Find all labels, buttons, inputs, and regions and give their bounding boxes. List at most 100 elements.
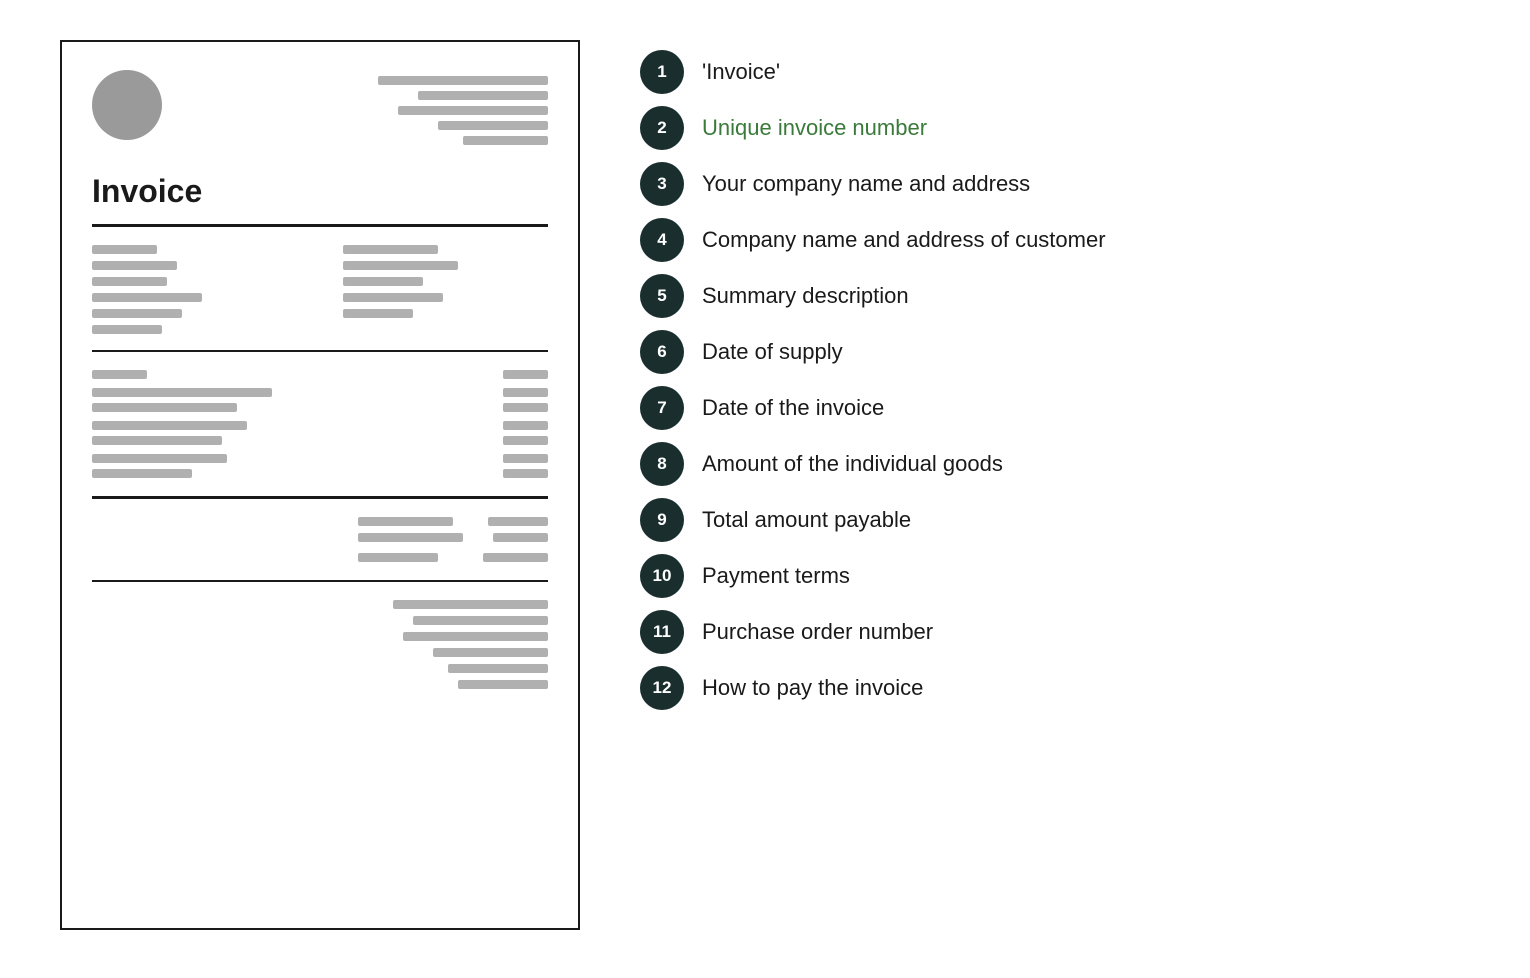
totals-values: [483, 517, 548, 562]
item-bar: [503, 469, 548, 478]
legend-badge-5: 5: [640, 274, 684, 318]
item-row-4: [92, 454, 548, 478]
legend-badge-6: 6: [640, 330, 684, 374]
legend-label-12: How to pay the invoice: [702, 675, 923, 701]
addr-bar: [343, 277, 423, 286]
item-bar: [503, 370, 548, 379]
legend-item-7: 7 Date of the invoice: [640, 386, 1470, 430]
address-section: [92, 231, 548, 346]
notes-bar: [433, 648, 548, 657]
notes-bar: [458, 680, 548, 689]
invoice-top-section: [92, 70, 548, 159]
item-desc-2: [92, 388, 272, 412]
item-bar: [92, 421, 247, 430]
item-bar: [92, 454, 227, 463]
legend-badge-9: 9: [640, 498, 684, 542]
legend-item-9: 9 Total amount payable: [640, 498, 1470, 542]
legend-label-1: 'Invoice': [702, 59, 780, 85]
recipient-address: [343, 245, 548, 334]
divider-1: [92, 224, 548, 227]
addr-bar: [92, 325, 162, 334]
item-desc-3: [92, 421, 247, 445]
addr-bar: [92, 293, 202, 302]
total-label-bar: [358, 533, 463, 542]
notes-section: [92, 586, 548, 689]
legend-item-11: 11 Purchase order number: [640, 610, 1470, 654]
legend-label-5: Summary description: [702, 283, 909, 309]
legend-label-6: Date of supply: [702, 339, 843, 365]
item-bar: [503, 436, 548, 445]
item-bar: [503, 388, 548, 397]
addr-bar: [343, 261, 458, 270]
legend-label-9: Total amount payable: [702, 507, 911, 533]
invoice-top-right: [378, 76, 548, 145]
legend-badge-11: 11: [640, 610, 684, 654]
item-bar: [503, 421, 548, 430]
legend-label-2: Unique invoice number: [702, 115, 927, 141]
address-line-5: [463, 136, 548, 145]
legend-badge-12: 12: [640, 666, 684, 710]
addr-bar: [343, 293, 443, 302]
address-line-1: [378, 76, 548, 85]
addr-bar: [343, 309, 413, 318]
addr-bar: [92, 309, 182, 318]
item-row-2: [92, 388, 548, 412]
legend-list: 1 'Invoice' 2 Unique invoice number 3Your co…: [640, 40, 1470, 710]
items-section: [92, 356, 548, 492]
item-amount-2: [503, 388, 548, 412]
address-line-3: [398, 106, 548, 115]
item-amount-4: [503, 454, 548, 478]
item-bar: [92, 388, 272, 397]
legend-label-11: Purchase order number: [702, 619, 933, 645]
legend-label-8: Amount of the individual goods: [702, 451, 1003, 477]
item-row-1: [92, 370, 548, 379]
legend-item-12: 12 How to pay the invoice: [640, 666, 1470, 710]
address-line-4: [438, 121, 548, 130]
addr-bar: [343, 245, 438, 254]
legend-badge-2: 2: [640, 106, 684, 150]
item-bar: [92, 403, 237, 412]
legend-label-4: Company name and address of customer: [702, 227, 1106, 253]
item-bar: [503, 454, 548, 463]
legend-item-3: 3Your company name and address: [640, 162, 1470, 206]
totals-labels: [358, 517, 463, 562]
notes-bar: [448, 664, 548, 673]
company-logo: [92, 70, 162, 140]
item-bar: [92, 370, 147, 379]
totals-section: [92, 503, 548, 576]
legend-item-8: 8 Amount of the individual goods: [640, 442, 1470, 486]
divider-2: [92, 350, 548, 353]
item-amount-1: [503, 370, 548, 379]
address-line-2: [418, 91, 548, 100]
legend-item-6: 6 Date of supply: [640, 330, 1470, 374]
total-value-bar: [488, 517, 548, 526]
legend-label-10: Payment terms: [702, 563, 850, 589]
item-desc-4: [92, 454, 227, 478]
addr-bar: [92, 277, 167, 286]
addr-bar: [92, 261, 177, 270]
addr-bar: [92, 245, 157, 254]
divider-4: [92, 580, 548, 583]
legend-item-4: 4 Company name and address of customer: [640, 218, 1470, 262]
legend-badge-1: 1: [640, 50, 684, 94]
item-row-3: [92, 421, 548, 445]
legend-item-1: 1 'Invoice': [640, 50, 1470, 94]
total-label-bar: [358, 517, 453, 526]
divider-3: [92, 496, 548, 499]
item-bar: [92, 469, 192, 478]
total-label-bar: [358, 553, 438, 562]
item-desc-1: [92, 370, 147, 379]
legend-badge-7: 7: [640, 386, 684, 430]
notes-bar: [393, 600, 548, 609]
legend-item-5: 5 Summary description: [640, 274, 1470, 318]
legend-badge-10: 10: [640, 554, 684, 598]
item-amount-3: [503, 421, 548, 445]
total-value-bar: [493, 533, 548, 542]
legend-label-7: Date of the invoice: [702, 395, 884, 421]
legend-label-3: Your company name and address: [702, 171, 1030, 197]
page-container: Invoice: [0, 0, 1530, 978]
legend-badge-8: 8: [640, 442, 684, 486]
notes-bar: [413, 616, 548, 625]
legend-badge-4: 4: [640, 218, 684, 262]
notes-bar: [403, 632, 548, 641]
